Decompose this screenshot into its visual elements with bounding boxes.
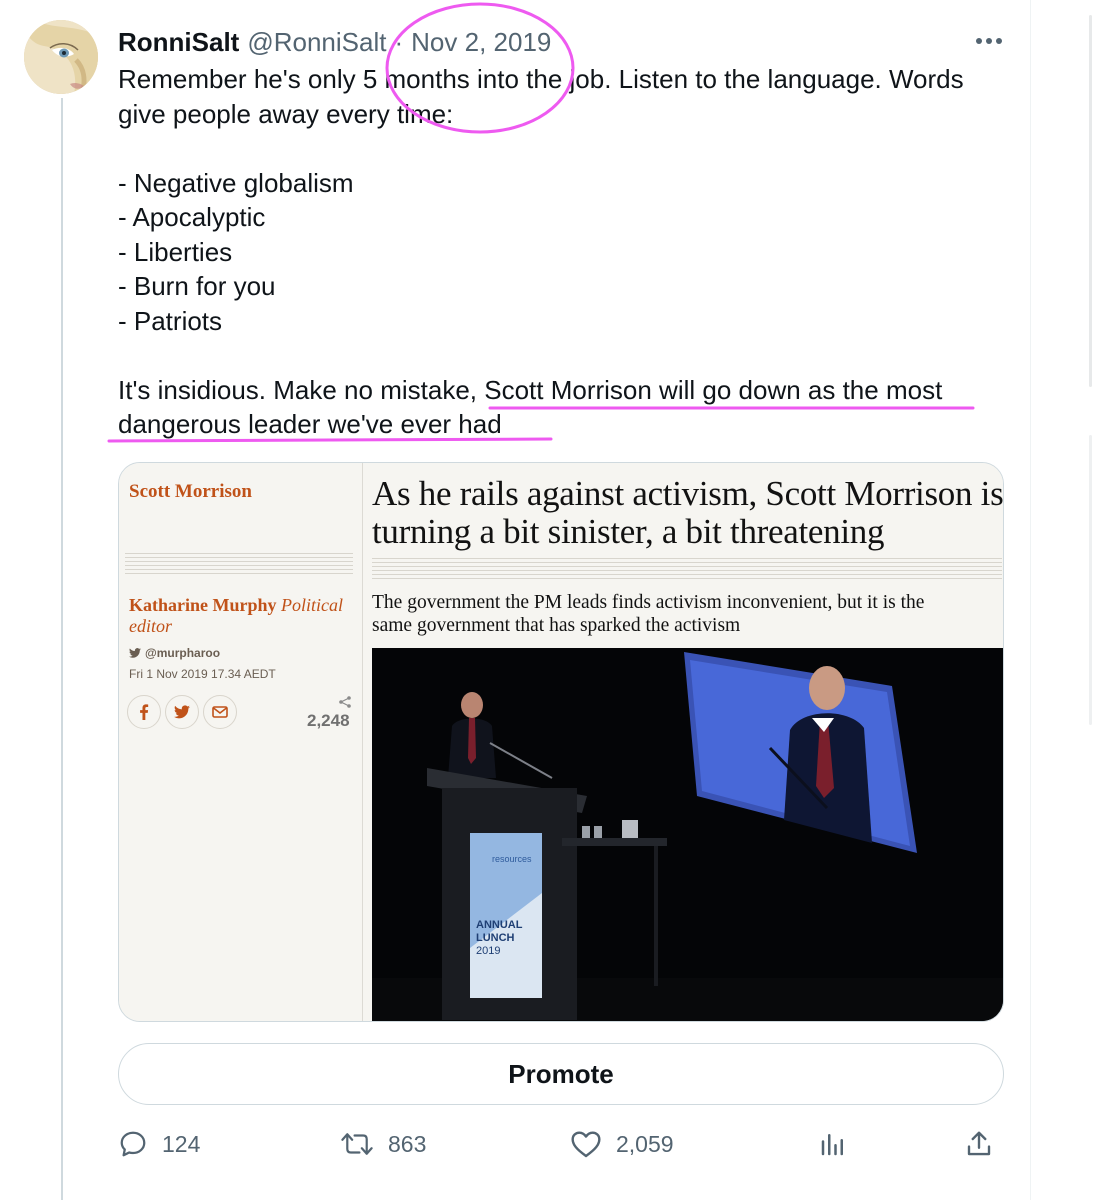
- share-upload-icon: [967, 1131, 991, 1156]
- share-buttons: [127, 695, 237, 729]
- retweet-count: 863: [388, 1130, 427, 1157]
- twitter-icon[interactable]: [165, 695, 199, 729]
- tweet-header: RonniSalt @RonniSalt · Nov 2, 2019: [118, 24, 551, 60]
- author-twitter: @murpharoo: [129, 646, 220, 660]
- tweet-text-line: - Burn for you: [118, 271, 276, 301]
- reply-button[interactable]: 124: [118, 1120, 200, 1168]
- share-button[interactable]: [964, 1120, 994, 1168]
- hatch-divider: [125, 553, 353, 575]
- article-section: Scott Morrison: [129, 481, 252, 502]
- share-count: 2,248: [307, 711, 350, 730]
- more-options-icon[interactable]: [970, 22, 1008, 60]
- avatar[interactable]: [24, 20, 98, 94]
- user-handle[interactable]: @RonniSalt: [247, 27, 386, 58]
- author-twitter-handle: @murpharoo: [145, 646, 221, 660]
- article-main: As he rails against activism, Scott Morr…: [364, 463, 1004, 1021]
- tweet-text-line: - Negative globalism: [118, 167, 354, 198]
- scrollbar-track-segment: [1089, 435, 1092, 725]
- author-name: Katharine Murphy: [129, 595, 277, 615]
- thread-connector-line: [61, 98, 63, 1200]
- heart-icon: [571, 1131, 601, 1158]
- tweet-date[interactable]: Nov 2, 2019: [411, 27, 551, 58]
- display-name[interactable]: RonniSalt: [118, 27, 239, 58]
- scrollbar-thumb[interactable]: [1089, 15, 1092, 387]
- article-timestamp: Fri 1 Nov 2019 17.34 AEDT: [129, 667, 276, 681]
- tweet-text-line: Remember he's only 5 months into the job…: [118, 64, 964, 129]
- facebook-icon[interactable]: [127, 695, 161, 729]
- reply-icon: [120, 1131, 146, 1157]
- retweet-icon: [341, 1133, 373, 1155]
- banner-brand: resources: [492, 854, 532, 864]
- article-byline: Katharine Murphy Political editor: [129, 595, 359, 637]
- like-button[interactable]: 2,059: [570, 1120, 674, 1168]
- article-sidebar: Scott Morrison Katharine Murphy Politica…: [119, 463, 363, 1021]
- article-link-card[interactable]: Scott Morrison Katharine Murphy Politica…: [118, 462, 1004, 1022]
- tweet-text-line: - Patriots: [118, 305, 223, 336]
- banner-line: 2019: [476, 945, 500, 957]
- article-headline: As he rails against activism, Scott Morr…: [372, 474, 1004, 551]
- twitter-bird-icon: [129, 648, 141, 658]
- article-photo: resources ANNUAL LUNCH 2019: [372, 648, 1003, 1021]
- banner-line: LUNCH: [476, 932, 515, 944]
- share-icon: [339, 696, 351, 708]
- analytics-button[interactable]: [818, 1120, 848, 1168]
- tweet-text-line: - Liberties: [118, 236, 233, 267]
- tweet-text: Remember he's only 5 months into the job…: [118, 62, 998, 442]
- promote-button[interactable]: Promote: [118, 1043, 1004, 1105]
- banner-line: ANNUAL: [476, 919, 523, 931]
- reply-count: 124: [162, 1130, 201, 1157]
- separator-dot: ·: [394, 26, 404, 57]
- tweet-text-line: It's insidious. Make no mistake, Scott M…: [118, 374, 943, 440]
- hatch-divider: [372, 558, 1002, 580]
- article-standfirst: The government the PM leads finds activi…: [372, 592, 925, 636]
- tweet-text-line: - Apocalyptic: [118, 202, 266, 232]
- tweet-actions: 124 863 2,059: [118, 1120, 1008, 1168]
- sidebar-divider: [1030, 0, 1031, 1200]
- retweet-button[interactable]: 863: [340, 1120, 426, 1168]
- like-count: 2,059: [616, 1130, 674, 1157]
- email-icon[interactable]: [203, 695, 237, 729]
- analytics-icon: [821, 1134, 843, 1156]
